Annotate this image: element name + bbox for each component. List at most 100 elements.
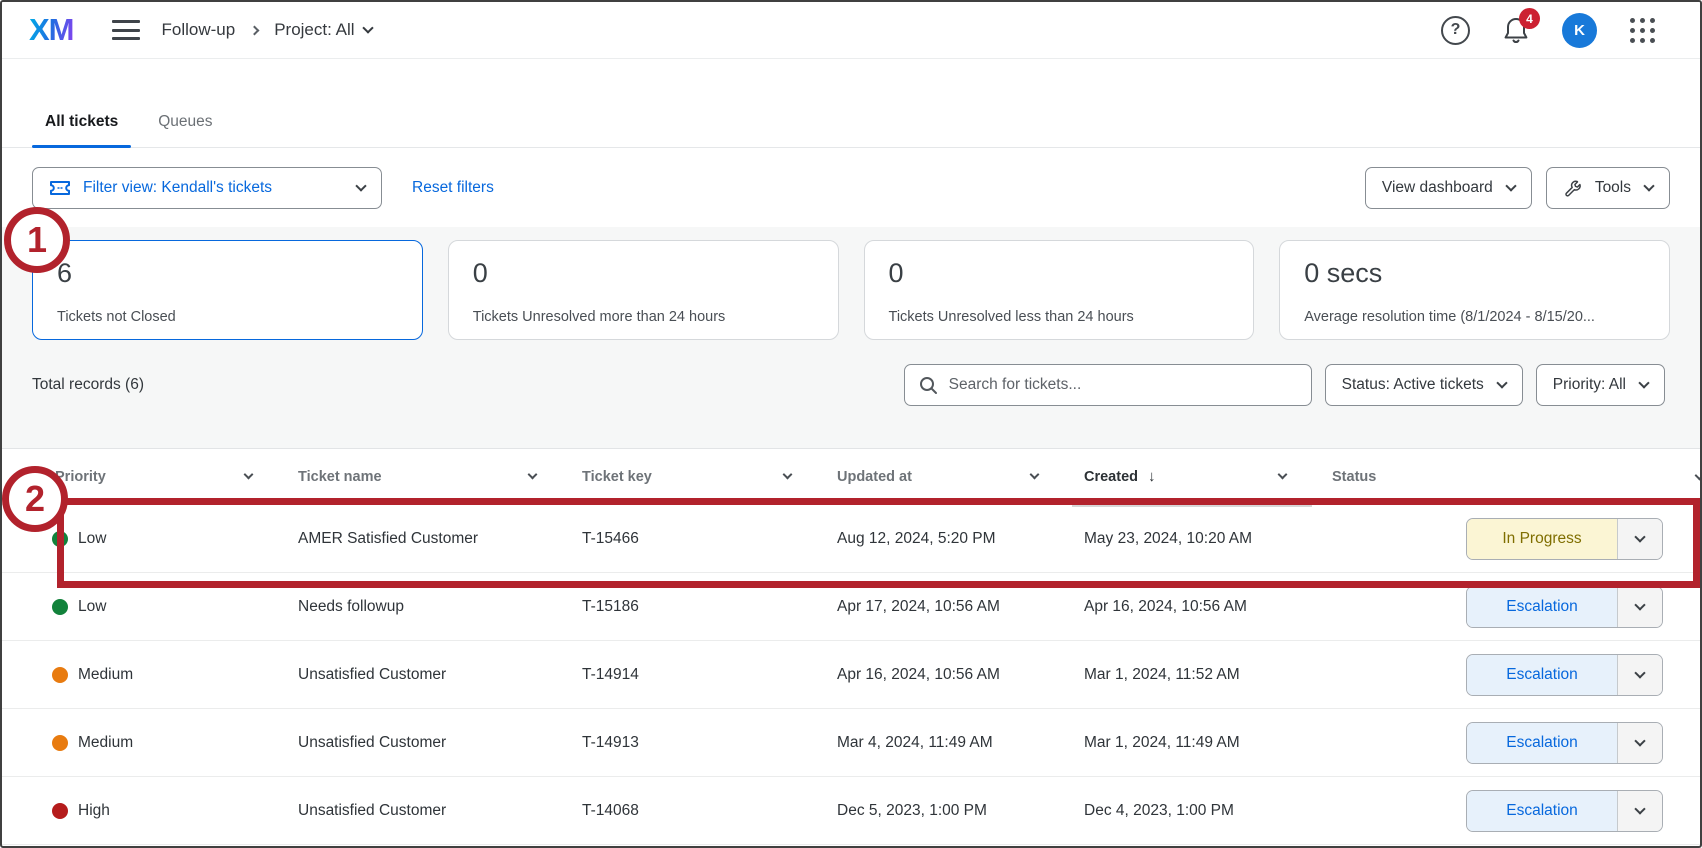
notifications-button[interactable]: 4: [1503, 16, 1529, 44]
column-header-created[interactable]: Created ↓: [1084, 468, 1332, 485]
column-header-ticket-name[interactable]: Ticket name: [298, 469, 582, 485]
stat-label: Average resolution time (8/1/2024 - 8/15…: [1304, 309, 1645, 325]
status-cell: Escalation: [1332, 722, 1700, 764]
status-dropdown[interactable]: Escalation: [1466, 586, 1663, 628]
view-dashboard-label: View dashboard: [1382, 179, 1493, 197]
view-dashboard-button[interactable]: View dashboard: [1365, 167, 1532, 209]
hamburger-menu-icon[interactable]: [112, 20, 140, 40]
avatar[interactable]: K: [1562, 13, 1597, 48]
status-cell: Escalation: [1332, 790, 1700, 832]
updated-at-cell: Apr 17, 2024, 10:56 AM: [837, 598, 1084, 616]
column-header-priority[interactable]: Priority: [45, 469, 298, 485]
priority-label: Low: [78, 530, 106, 548]
column-header-status[interactable]: Status: [1332, 469, 1700, 485]
column-label: Priority: [55, 469, 106, 485]
notification-badge: 4: [1519, 8, 1540, 29]
priority-cell: Low: [45, 598, 298, 616]
chevron-down-icon: [1634, 803, 1645, 814]
stat-value: 0: [473, 258, 814, 289]
chevron-down-icon: [1634, 667, 1645, 678]
project-selector-label: Project: All: [274, 20, 354, 40]
breadcrumb-follow-up[interactable]: Follow-up: [162, 20, 236, 40]
column-header-updated-at[interactable]: Updated at: [837, 469, 1084, 485]
updated-at-cell: Apr 16, 2024, 10:56 AM: [837, 666, 1084, 684]
status-caret-button[interactable]: [1617, 791, 1662, 831]
filter-toolbar: Filter view: Kendall's tickets Reset fil…: [2, 148, 1700, 227]
status-cell: In Progress: [1332, 518, 1700, 560]
chevron-down-icon: [1634, 735, 1645, 746]
ticket-key-cell: T-14068: [582, 802, 837, 820]
column-label: Ticket name: [298, 469, 382, 485]
tab-all-tickets[interactable]: All tickets: [32, 113, 131, 147]
stat-card-tickets-not-closed[interactable]: 6 Tickets not Closed: [32, 240, 423, 340]
table-row[interactable]: Low AMER Satisfied Customer T-15466 Aug …: [2, 505, 1700, 573]
status-cell: Escalation: [1332, 654, 1700, 696]
table-row[interactable]: Medium Unsatisfied Customer T-14913 Mar …: [2, 709, 1700, 777]
chevron-down-icon: [1643, 180, 1654, 191]
chevron-down-icon: [362, 22, 373, 33]
table-row[interactable]: Low Needs followup T-15186 Apr 17, 2024,…: [2, 573, 1700, 641]
status-dropdown[interactable]: Escalation: [1466, 722, 1663, 764]
status-caret-button[interactable]: [1617, 655, 1662, 695]
tools-label: Tools: [1595, 179, 1631, 197]
chevron-down-icon: [1496, 377, 1507, 388]
column-header-ticket-key[interactable]: Ticket key: [582, 469, 837, 485]
status-badge: Escalation: [1506, 598, 1578, 616]
ticket-name-cell: AMER Satisfied Customer: [298, 530, 582, 548]
help-icon[interactable]: ?: [1441, 16, 1470, 45]
project-selector[interactable]: Project: All: [274, 20, 371, 40]
status-dropdown[interactable]: Escalation: [1466, 654, 1663, 696]
ticket-key-cell: T-14914: [582, 666, 837, 684]
breadcrumb-section-label: Follow-up: [162, 20, 236, 40]
status-dropdown[interactable]: In Progress: [1466, 518, 1663, 560]
status-badge: Escalation: [1506, 734, 1578, 752]
table-row[interactable]: Medium Unsatisfied Customer T-14914 Apr …: [2, 641, 1700, 709]
breadcrumb: Follow-up Project: All: [162, 20, 372, 40]
table-header-row: Priority Ticket name Ticket key Updated …: [2, 449, 1700, 505]
ticket-icon: [49, 179, 71, 197]
status-badge: In Progress: [1502, 530, 1581, 548]
column-label: Updated at: [837, 469, 912, 485]
ticket-key-cell: T-15186: [582, 598, 837, 616]
app-window: XM Follow-up Project: All ?: [0, 0, 1702, 848]
priority-dot: [52, 667, 68, 683]
created-cell: Apr 16, 2024, 10:56 AM: [1084, 598, 1332, 616]
tab-queues[interactable]: Queues: [145, 113, 225, 147]
stat-card-unresolved-more-24h[interactable]: 0 Tickets Unresolved more than 24 hours: [448, 240, 839, 340]
stat-card-unresolved-less-24h[interactable]: 0 Tickets Unresolved less than 24 hours: [864, 240, 1255, 340]
created-cell: Dec 4, 2023, 1:00 PM: [1084, 802, 1332, 820]
records-toolbar: Total records (6) Status: Active tickets…: [32, 364, 1670, 406]
status-caret-button[interactable]: [1617, 519, 1662, 559]
chevron-down-icon: [1638, 377, 1649, 388]
status-filter-dropdown[interactable]: Status: Active tickets: [1325, 364, 1523, 406]
sort-desc-icon: ↓: [1148, 468, 1156, 485]
ticket-search: [904, 364, 1312, 406]
table-row[interactable]: High Unsatisfied Customer T-14068 Dec 5,…: [2, 777, 1700, 845]
stat-label: Tickets Unresolved more than 24 hours: [473, 309, 814, 325]
top-bar: XM Follow-up Project: All ?: [2, 2, 1700, 59]
priority-cell: High: [45, 802, 298, 820]
ticket-key-cell: T-15466: [582, 530, 837, 548]
stat-card-avg-resolution-time[interactable]: 0 secs Average resolution time (8/1/2024…: [1279, 240, 1670, 340]
search-input[interactable]: [949, 376, 1297, 394]
column-label: Status: [1332, 469, 1376, 485]
status-caret-button[interactable]: [1617, 723, 1662, 763]
ticket-name-cell: Unsatisfied Customer: [298, 802, 582, 820]
filter-view-dropdown[interactable]: Filter view: Kendall's tickets: [32, 167, 382, 209]
app-grid-icon[interactable]: [1630, 18, 1655, 43]
priority-label: Medium: [78, 666, 133, 684]
stats-section: 6 Tickets not Closed 0 Tickets Unresolve…: [2, 227, 1700, 449]
tools-button[interactable]: Tools: [1546, 167, 1670, 209]
priority-cell: Medium: [45, 734, 298, 752]
ticket-name-cell: Unsatisfied Customer: [298, 734, 582, 752]
chevron-down-icon: [355, 180, 366, 191]
priority-label: Low: [78, 598, 106, 616]
status-caret-button[interactable]: [1617, 587, 1662, 627]
tab-bar: All tickets Queues: [2, 59, 1700, 148]
reset-filters-link[interactable]: Reset filters: [412, 179, 494, 197]
priority-filter-dropdown[interactable]: Priority: All: [1536, 364, 1665, 406]
chevron-right-icon: [250, 25, 260, 35]
tickets-table: Priority Ticket name Ticket key Updated …: [2, 449, 1700, 845]
status-dropdown[interactable]: Escalation: [1466, 790, 1663, 832]
ticket-name-cell: Needs followup: [298, 598, 582, 616]
